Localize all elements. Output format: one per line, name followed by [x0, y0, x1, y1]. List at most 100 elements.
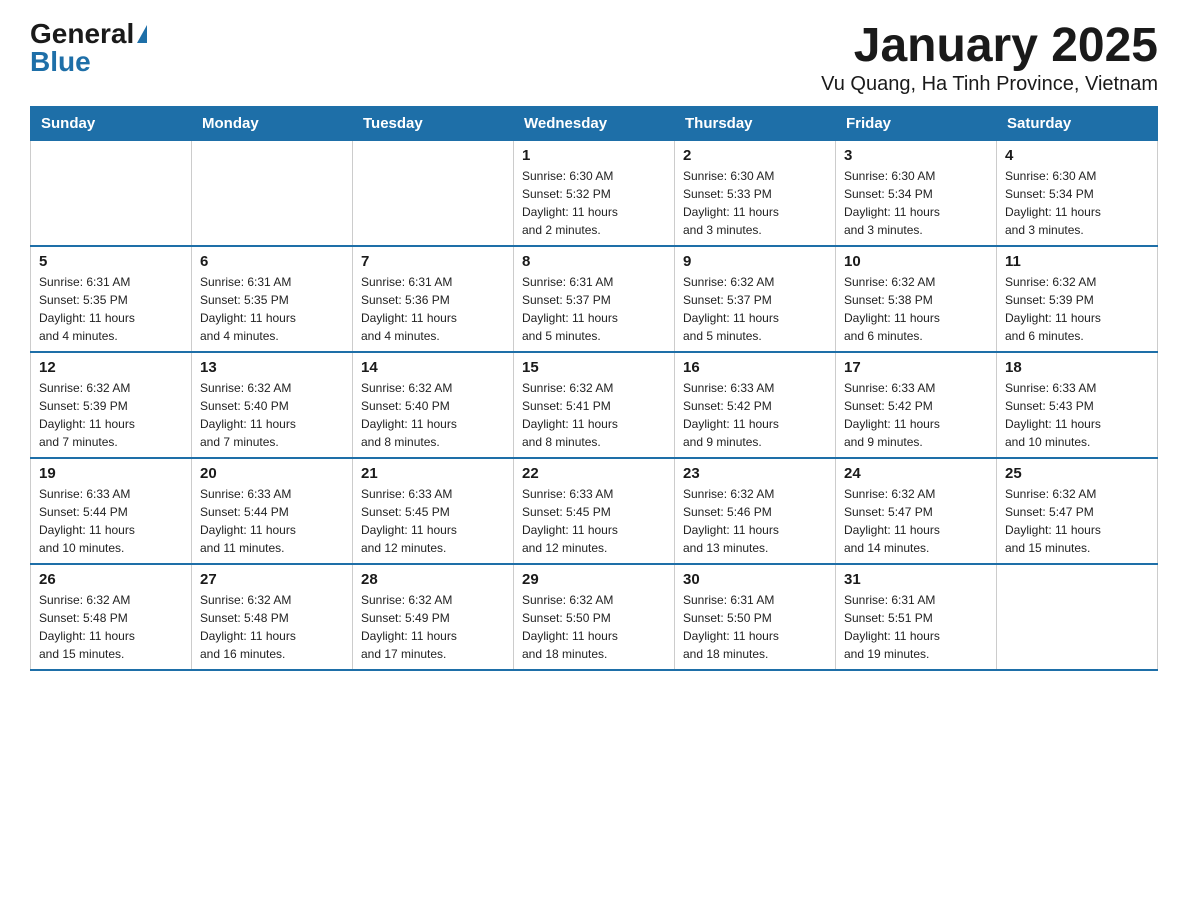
day-info: Sunrise: 6:32 AMSunset: 5:39 PMDaylight:…	[39, 379, 183, 451]
header-cell-sunday: Sunday	[31, 106, 192, 140]
day-cell: 18Sunrise: 6:33 AMSunset: 5:43 PMDayligh…	[997, 352, 1158, 458]
day-info: Sunrise: 6:32 AMSunset: 5:41 PMDaylight:…	[522, 379, 666, 451]
day-info: Sunrise: 6:32 AMSunset: 5:47 PMDaylight:…	[1005, 485, 1149, 557]
day-number: 20	[200, 465, 344, 482]
day-cell: 17 Sunrise: 6:33 AMSunset: 5:42 PMDayligh…	[836, 352, 997, 458]
day-cell: 5Sunrise: 6:31 AMSunset: 5:35 PMDaylight…	[31, 246, 192, 352]
day-info: Sunrise: 6:32 AMSunset: 5:40 PMDaylight:…	[361, 379, 505, 451]
day-info: Sunrise: 6:32 AMSunset: 5:48 PMDaylight:…	[200, 591, 344, 663]
day-cell: 29 Sunrise: 6:32 AMSunset: 5:50 PMDayligh…	[514, 564, 675, 670]
header-cell-saturday: Saturday	[997, 106, 1158, 140]
calendar-header: SundayMondayTuesdayWednesdayThursdayFrid…	[31, 106, 1158, 140]
day-info: Sunrise: 6:32 AMSunset: 5:47 PMDaylight:…	[844, 485, 988, 557]
day-cell: 28Sunrise: 6:32 AMSunset: 5:49 PMDayligh…	[353, 564, 514, 670]
calendar-subtitle: Vu Quang, Ha Tinh Province, Vietnam	[821, 73, 1158, 96]
day-info: Sunrise: 6:33 AMSunset: 5:45 PMDaylight:…	[522, 485, 666, 557]
day-cell: 15 Sunrise: 6:32 AMSunset: 5:41 PMDayligh…	[514, 352, 675, 458]
day-cell: 8Sunrise: 6:31 AMSunset: 5:37 PMDaylight…	[514, 246, 675, 352]
day-number: 30	[683, 571, 827, 588]
day-number: 25	[1005, 465, 1149, 482]
day-cell: 1Sunrise: 6:30 AMSunset: 5:32 PMDaylight…	[514, 140, 675, 246]
day-number: 9	[683, 253, 827, 270]
day-cell: 24 Sunrise: 6:32 AMSunset: 5:47 PMDayligh…	[836, 458, 997, 564]
day-cell: 30 Sunrise: 6:31 AMSunset: 5:50 PMDayligh…	[675, 564, 836, 670]
header-cell-friday: Friday	[836, 106, 997, 140]
week-row-4: 19Sunrise: 6:33 AMSunset: 5:44 PMDayligh…	[31, 458, 1158, 564]
day-info: Sunrise: 6:30 AMSunset: 5:33 PMDaylight:…	[683, 167, 827, 239]
day-info: Sunrise: 6:31 AMSunset: 5:35 PMDaylight:…	[39, 273, 183, 345]
logo-triangle-icon	[137, 25, 147, 43]
week-row-2: 5Sunrise: 6:31 AMSunset: 5:35 PMDaylight…	[31, 246, 1158, 352]
day-cell	[192, 140, 353, 246]
day-info: Sunrise: 6:32 AMSunset: 5:37 PMDaylight:…	[683, 273, 827, 345]
day-number: 10	[844, 253, 988, 270]
day-cell: 4 Sunrise: 6:30 AMSunset: 5:34 PMDaylight…	[997, 140, 1158, 246]
calendar-body: 1Sunrise: 6:30 AMSunset: 5:32 PMDaylight…	[31, 140, 1158, 670]
day-info: Sunrise: 6:32 AMSunset: 5:49 PMDaylight:…	[361, 591, 505, 663]
day-cell: 26Sunrise: 6:32 AMSunset: 5:48 PMDayligh…	[31, 564, 192, 670]
day-cell: 12 Sunrise: 6:32 AMSunset: 5:39 PMDayligh…	[31, 352, 192, 458]
day-cell: 9 Sunrise: 6:32 AMSunset: 5:37 PMDaylight…	[675, 246, 836, 352]
day-number: 15	[522, 359, 666, 376]
day-info: Sunrise: 6:30 AMSunset: 5:34 PMDaylight:…	[844, 167, 988, 239]
day-number: 27	[200, 571, 344, 588]
day-cell: 20Sunrise: 6:33 AMSunset: 5:44 PMDayligh…	[192, 458, 353, 564]
day-info: Sunrise: 6:30 AMSunset: 5:32 PMDaylight:…	[522, 167, 666, 239]
header-cell-monday: Monday	[192, 106, 353, 140]
day-cell: 23Sunrise: 6:32 AMSunset: 5:46 PMDayligh…	[675, 458, 836, 564]
day-number: 31	[844, 571, 988, 588]
logo: General Blue	[30, 20, 147, 76]
day-cell	[31, 140, 192, 246]
week-row-1: 1Sunrise: 6:30 AMSunset: 5:32 PMDaylight…	[31, 140, 1158, 246]
header-row: SundayMondayTuesdayWednesdayThursdayFrid…	[31, 106, 1158, 140]
day-number: 11	[1005, 253, 1149, 270]
week-row-5: 26Sunrise: 6:32 AMSunset: 5:48 PMDayligh…	[31, 564, 1158, 670]
day-info: Sunrise: 6:30 AMSunset: 5:34 PMDaylight:…	[1005, 167, 1149, 239]
day-info: Sunrise: 6:32 AMSunset: 5:40 PMDaylight:…	[200, 379, 344, 451]
logo-general-text: General	[30, 20, 134, 48]
day-number: 12	[39, 359, 183, 376]
day-info: Sunrise: 6:32 AMSunset: 5:38 PMDaylight:…	[844, 273, 988, 345]
day-number: 17	[844, 359, 988, 376]
day-info: Sunrise: 6:31 AMSunset: 5:36 PMDaylight:…	[361, 273, 505, 345]
day-info: Sunrise: 6:31 AMSunset: 5:37 PMDaylight:…	[522, 273, 666, 345]
calendar-table: SundayMondayTuesdayWednesdayThursdayFrid…	[30, 106, 1158, 671]
day-info: Sunrise: 6:31 AMSunset: 5:35 PMDaylight:…	[200, 273, 344, 345]
day-number: 6	[200, 253, 344, 270]
day-info: Sunrise: 6:32 AMSunset: 5:50 PMDaylight:…	[522, 591, 666, 663]
day-number: 7	[361, 253, 505, 270]
day-number: 4	[1005, 147, 1149, 164]
day-number: 2	[683, 147, 827, 164]
day-number: 21	[361, 465, 505, 482]
day-cell: 31 Sunrise: 6:31 AMSunset: 5:51 PMDayligh…	[836, 564, 997, 670]
day-info: Sunrise: 6:33 AMSunset: 5:42 PMDaylight:…	[683, 379, 827, 451]
day-cell: 11 Sunrise: 6:32 AMSunset: 5:39 PMDayligh…	[997, 246, 1158, 352]
day-cell: 25 Sunrise: 6:32 AMSunset: 5:47 PMDayligh…	[997, 458, 1158, 564]
header-cell-wednesday: Wednesday	[514, 106, 675, 140]
day-number: 24	[844, 465, 988, 482]
day-cell: 21 Sunrise: 6:33 AMSunset: 5:45 PMDayligh…	[353, 458, 514, 564]
header-cell-thursday: Thursday	[675, 106, 836, 140]
day-number: 22	[522, 465, 666, 482]
day-cell: 16Sunrise: 6:33 AMSunset: 5:42 PMDayligh…	[675, 352, 836, 458]
logo-blue-text: Blue	[30, 48, 91, 76]
day-number: 23	[683, 465, 827, 482]
day-info: Sunrise: 6:33 AMSunset: 5:42 PMDaylight:…	[844, 379, 988, 451]
day-info: Sunrise: 6:31 AMSunset: 5:50 PMDaylight:…	[683, 591, 827, 663]
day-info: Sunrise: 6:32 AMSunset: 5:48 PMDaylight:…	[39, 591, 183, 663]
day-cell: 14Sunrise: 6:32 AMSunset: 5:40 PMDayligh…	[353, 352, 514, 458]
day-info: Sunrise: 6:32 AMSunset: 5:39 PMDaylight:…	[1005, 273, 1149, 345]
day-number: 3	[844, 147, 988, 164]
day-number: 19	[39, 465, 183, 482]
day-cell: 3 Sunrise: 6:30 AMSunset: 5:34 PMDaylight…	[836, 140, 997, 246]
day-cell: 10 Sunrise: 6:32 AMSunset: 5:38 PMDayligh…	[836, 246, 997, 352]
day-cell: 27 Sunrise: 6:32 AMSunset: 5:48 PMDayligh…	[192, 564, 353, 670]
day-info: Sunrise: 6:33 AMSunset: 5:45 PMDaylight:…	[361, 485, 505, 557]
day-number: 13	[200, 359, 344, 376]
day-number: 29	[522, 571, 666, 588]
day-cell: 13 Sunrise: 6:32 AMSunset: 5:40 PMDayligh…	[192, 352, 353, 458]
day-info: Sunrise: 6:31 AMSunset: 5:51 PMDaylight:…	[844, 591, 988, 663]
day-cell: 6 Sunrise: 6:31 AMSunset: 5:35 PMDaylight…	[192, 246, 353, 352]
page-header: General Blue January 2025 Vu Quang, Ha T…	[30, 20, 1158, 96]
day-cell: 19Sunrise: 6:33 AMSunset: 5:44 PMDayligh…	[31, 458, 192, 564]
